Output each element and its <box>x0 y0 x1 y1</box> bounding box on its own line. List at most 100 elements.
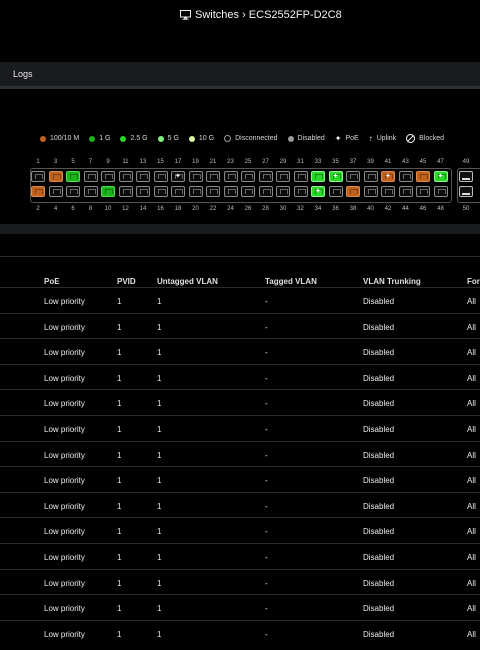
switch-port[interactable] <box>136 171 150 182</box>
switch-port[interactable] <box>118 171 133 182</box>
table-row[interactable]: Low priority 1 1 - Disabled All <box>0 543 480 569</box>
switch-port[interactable] <box>31 186 45 197</box>
port-number: 5 <box>71 159 75 165</box>
table-row[interactable]: Low priority 1 1 - Disabled All <box>0 466 480 492</box>
switch-port[interactable] <box>381 186 395 197</box>
pvid-cell: 1 <box>117 476 122 486</box>
switch-port[interactable] <box>101 186 115 197</box>
switch-port[interactable] <box>258 171 273 182</box>
switch-port[interactable] <box>311 171 325 182</box>
forward-cell: All <box>467 476 476 486</box>
switch-port[interactable]: ✦ <box>381 171 395 182</box>
switch-port[interactable] <box>136 186 150 197</box>
table-row[interactable]: Low priority 1 1 - Disabled All <box>0 619 480 646</box>
switch-port[interactable] <box>416 171 430 182</box>
switch-port[interactable] <box>83 171 98 182</box>
forward-cell: All <box>467 501 476 511</box>
table-row[interactable]: Low priority 1 1 - Disabled All <box>0 491 480 518</box>
switch-port[interactable] <box>276 171 290 182</box>
forward-cell: All <box>467 399 476 409</box>
switch-port[interactable] <box>101 171 115 182</box>
switch-port[interactable] <box>206 171 220 182</box>
switch-port[interactable] <box>241 186 255 197</box>
table-row[interactable]: Low priority 1 1 - Disabled All <box>0 287 480 313</box>
switch-port[interactable]: ✦ <box>328 171 343 182</box>
poe-icon: ✦ <box>385 173 391 180</box>
poe-icon: ✦ <box>332 173 339 180</box>
table-row[interactable]: Low priority 1 1 - Disabled All <box>0 440 480 467</box>
table-row[interactable]: Low priority 1 1 - Disabled All <box>0 517 480 543</box>
forward-cell: All <box>467 297 476 306</box>
switch-port[interactable] <box>346 186 360 197</box>
switch-port[interactable] <box>223 186 238 197</box>
port-number: 25 <box>244 159 252 165</box>
col-header-pvid[interactable]: PVID <box>117 277 136 286</box>
switch-port[interactable] <box>328 186 343 197</box>
forward-cell: All <box>467 425 476 434</box>
pvid-cell: 1 <box>117 527 122 537</box>
table-row[interactable]: Low priority 1 1 - Disabled All <box>0 338 480 364</box>
switch-port[interactable] <box>188 186 203 197</box>
switch-port[interactable] <box>346 171 360 182</box>
table-row[interactable]: Low priority 1 1 - Disabled All <box>0 363 480 390</box>
col-header-forward[interactable]: Forw <box>467 277 480 286</box>
switch-port[interactable] <box>206 186 220 197</box>
table-row[interactable]: Low priority 1 1 - Disabled All <box>0 568 480 595</box>
switch-port[interactable]: ✦ <box>171 171 185 182</box>
switch-port[interactable] <box>188 171 203 182</box>
col-header-poe[interactable]: PoE <box>44 277 60 286</box>
table-row[interactable]: Low priority 1 1 - Disabled All <box>0 312 480 339</box>
pvid-cell: 1 <box>117 501 122 511</box>
table-row[interactable]: Low priority 1 1 - Disabled All <box>0 415 480 441</box>
col-header-untagged-vlan[interactable]: Untagged VLAN <box>157 277 218 286</box>
port-number: 24 <box>227 206 234 212</box>
switch-port[interactable] <box>223 171 238 182</box>
port-number: 36 <box>332 206 339 212</box>
port-number: 34 <box>314 206 322 212</box>
col-header-tagged-vlan[interactable]: Tagged VLAN <box>265 277 317 286</box>
pvid-cell: 1 <box>117 450 122 460</box>
switch-port[interactable] <box>66 171 80 182</box>
logs-section-header[interactable]: Logs <box>0 62 480 89</box>
switch-port[interactable] <box>171 186 185 197</box>
forward-cell: All <box>467 373 476 383</box>
col-header-vlan-trunking[interactable]: VLAN Trunking <box>363 277 421 286</box>
switch-port[interactable] <box>398 186 413 197</box>
switch-port[interactable] <box>48 186 63 197</box>
port-number: 29 <box>279 159 287 165</box>
switch-port[interactable] <box>258 186 273 197</box>
switch-port[interactable]: ✦ <box>433 171 448 182</box>
switch-port[interactable] <box>293 171 308 182</box>
sfp-port[interactable] <box>459 171 473 182</box>
switch-port[interactable] <box>276 186 290 197</box>
untagged-vlan-cell: 1 <box>157 501 162 511</box>
switch-port[interactable] <box>293 186 308 197</box>
switch-port[interactable]: ✦ <box>311 186 325 197</box>
sfp-port[interactable] <box>459 186 473 197</box>
forward-cell: All <box>467 450 476 460</box>
switch-port[interactable] <box>433 186 448 197</box>
logs-label: Logs <box>13 69 33 79</box>
switch-port[interactable] <box>118 186 133 197</box>
switch-port[interactable] <box>83 186 98 197</box>
port-number: 32 <box>297 206 304 212</box>
orange-dot-icon <box>40 135 46 142</box>
table-row[interactable]: Low priority 1 1 - Disabled All <box>0 594 480 620</box>
switch-port[interactable] <box>363 186 378 197</box>
vlan-trunking-cell: Disabled <box>363 604 395 614</box>
port-number: 44 <box>402 206 409 212</box>
forward-cell: All <box>467 629 476 639</box>
switch-port[interactable] <box>241 171 255 182</box>
switch-port[interactable] <box>153 171 168 182</box>
switch-port[interactable] <box>398 171 413 182</box>
switch-port[interactable] <box>66 186 80 197</box>
table-row[interactable]: Low priority 1 1 - Disabled All <box>0 389 480 415</box>
switch-port[interactable] <box>48 171 63 182</box>
poe-icon: ✦ <box>175 173 181 180</box>
untagged-vlan-cell: 1 <box>157 450 162 460</box>
switch-port[interactable] <box>363 171 378 182</box>
port-number: 6 <box>71 206 75 212</box>
switch-port[interactable] <box>153 186 168 197</box>
switch-port[interactable] <box>416 186 430 197</box>
switch-port[interactable] <box>31 171 45 182</box>
